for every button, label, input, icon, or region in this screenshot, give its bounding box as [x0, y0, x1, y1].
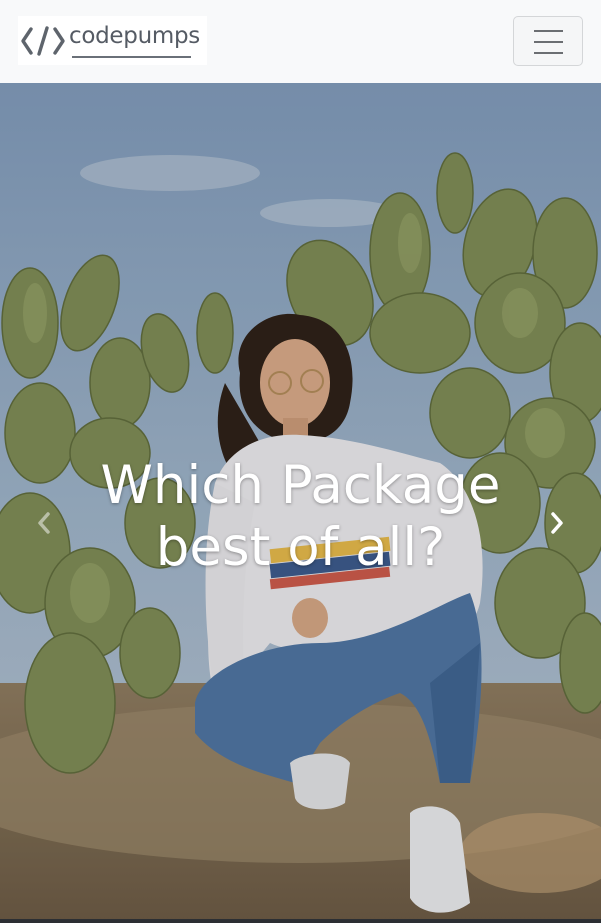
hamburger-icon-line [534, 30, 563, 32]
bottom-edge-bar [0, 919, 601, 923]
hero-caption: Which Package best of all? [60, 455, 541, 579]
hero-caption-line-2: best of all? [155, 517, 446, 578]
brand-underline [72, 56, 191, 58]
code-brackets-icon [21, 26, 65, 56]
chevron-left-icon [38, 512, 50, 534]
brand-logo-link[interactable]: codepumps [18, 16, 207, 65]
carousel-prev-button[interactable] [24, 503, 64, 543]
hero-caption-line-1: Which Package [100, 455, 501, 516]
navbar: codepumps [0, 0, 601, 83]
brand-name: codepumps [69, 23, 200, 49]
chevron-right-icon [551, 512, 563, 534]
hamburger-icon-line [534, 41, 563, 43]
carousel-next-button[interactable] [537, 503, 577, 543]
navbar-toggler-button[interactable] [513, 16, 583, 66]
hamburger-icon-line [534, 52, 563, 54]
hero-carousel: Which Package best of all? [0, 83, 601, 923]
